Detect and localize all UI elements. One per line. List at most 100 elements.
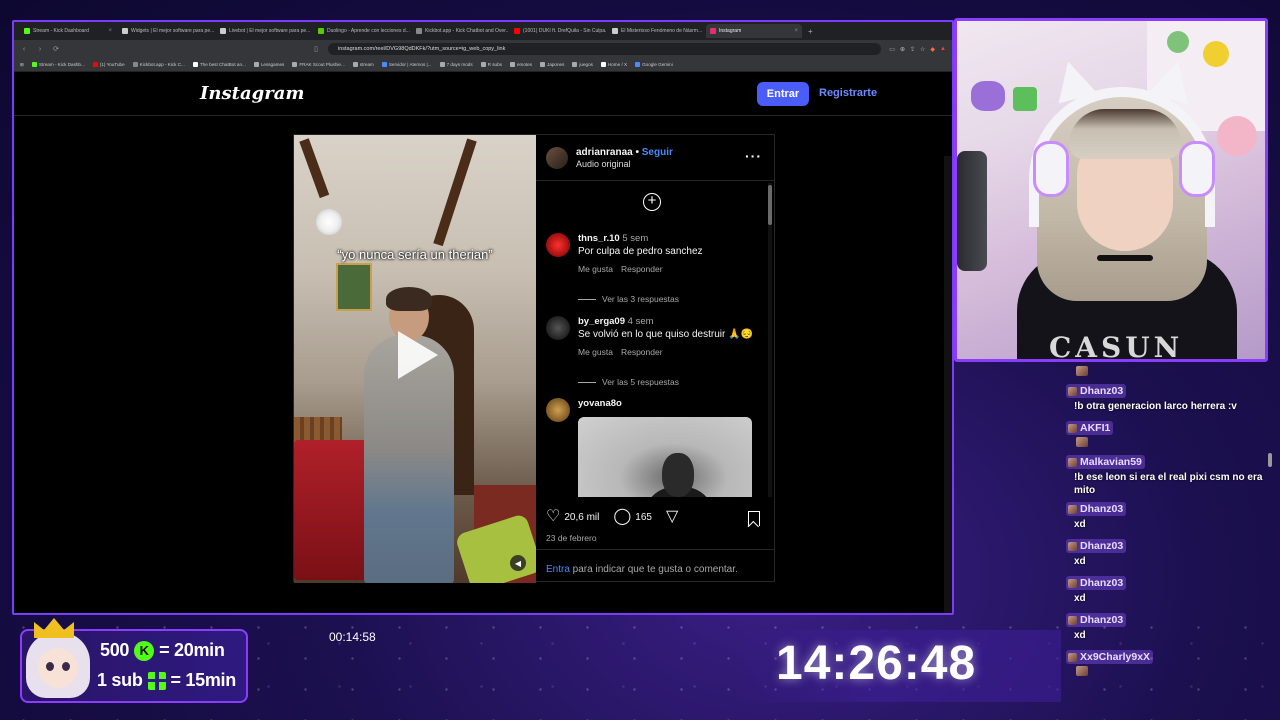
chat-username[interactable]: Dhanz03 [1066, 576, 1127, 590]
close-tab-icon[interactable]: × [794, 28, 798, 34]
browser-tab[interactable]: (1001) DUKI ft. DrefQuila - Sin Culpa...… [510, 24, 606, 38]
chat-username[interactable]: Xx9Charly9xX [1066, 650, 1154, 664]
login-button[interactable]: Entrar [757, 82, 809, 106]
username: Xx9Charly9xX [1080, 651, 1151, 663]
reel-video[interactable]: “yo nunca sería un therian” ◀ [294, 135, 536, 583]
instagram-header: Instagram Entrar Registrarte [14, 72, 952, 116]
bookmark-item[interactable]: Japones [540, 62, 564, 67]
bookmark-item[interactable]: stream [352, 62, 374, 67]
audio-label[interactable]: Audio original [576, 159, 673, 169]
new-tab-icon[interactable]: + [808, 27, 813, 36]
bookmark-item[interactable]: Kickbot.app - Kick C... [132, 62, 185, 67]
browser-tab[interactable]: Widgets | El mejor software para pe...× [118, 24, 214, 38]
add-icon[interactable]: + [643, 193, 661, 211]
chat-username[interactable]: Dhanz03 [1066, 613, 1127, 627]
browser-tab[interactable]: Livebot | El mejor software para pe...× [216, 24, 312, 38]
user-badge-icon [1068, 652, 1077, 662]
bookmark-item[interactable]: Home / X [600, 62, 627, 67]
chat-scrollbar[interactable] [1268, 453, 1272, 467]
comments-scrollbar[interactable] [768, 183, 772, 497]
apps-icon[interactable]: ⊞ [20, 62, 24, 68]
back-icon[interactable]: ‹ [20, 46, 28, 53]
close-tab-icon[interactable]: × [108, 28, 112, 34]
author-username[interactable]: adrianranaa [576, 147, 633, 158]
bookmark-item[interactable]: The best ChatBot an... [192, 62, 246, 67]
like-comment-button[interactable]: Me gusta [578, 347, 613, 357]
reply-button[interactable]: Responder [621, 264, 663, 274]
bookmark-item[interactable]: Google Gemini [635, 62, 673, 67]
avatar[interactable] [546, 233, 570, 257]
avatar[interactable] [546, 316, 570, 340]
avatar[interactable] [546, 146, 568, 169]
likes-count[interactable]: 20,6 mil [564, 512, 599, 523]
person-hair [386, 287, 432, 311]
view-replies-button[interactable]: Ver las 5 respuestas [578, 377, 679, 387]
view-replies-label: Ver las 5 respuestas [602, 377, 680, 387]
bookmark-item[interactable]: juegos [572, 62, 593, 67]
bookmark-icon[interactable] [748, 511, 760, 526]
chat-username[interactable]: Dhanz03 [1066, 502, 1127, 516]
comment-icon[interactable]: ◯ [613, 509, 631, 525]
chat-message: xd [1074, 592, 1264, 605]
bookmark-item[interactable]: FRAK Scout Plushie... [292, 62, 345, 67]
bookmark-item[interactable]: Stream - Kick Dashb... [31, 62, 85, 67]
shield-icon[interactable]: ◆ [930, 46, 935, 53]
bookmark-label: 7 days mods [446, 62, 473, 67]
comment-username[interactable]: by_erga09 [578, 316, 625, 327]
bookmark-item[interactable]: Servidor | Aternos |... [381, 62, 432, 67]
bookmarks-bar: ⊞ Stream - Kick Dashb... (1) YouTube Kickb… [14, 58, 952, 72]
bookmark-label: Servidor | Aternos |... [388, 62, 432, 67]
zoom-icon[interactable]: ⊕ [900, 46, 905, 53]
reply-button[interactable]: Responder [621, 347, 663, 357]
browser-tab[interactable]: Duolingo - Aprende con lecciones d...× [314, 24, 410, 38]
login-link[interactable]: Entra [546, 564, 570, 575]
share-icon[interactable]: ▽ [666, 509, 678, 525]
author-line: adrianranaa • Seguir [576, 146, 673, 158]
instagram-logo[interactable]: Instagram [200, 83, 304, 104]
star-icon[interactable]: ☆ [920, 46, 925, 53]
bookmark-item[interactable]: (1) YouTube [92, 62, 125, 67]
headset-earcup [1179, 141, 1215, 197]
more-options-icon[interactable]: ··· [745, 148, 762, 164]
speaker-icon[interactable]: ◀ [510, 555, 526, 571]
share-icon[interactable]: ⇪ [910, 46, 915, 53]
chat-username[interactable]: Dhanz03 [1066, 539, 1127, 553]
bookmark-item[interactable]: emotes [509, 62, 532, 67]
goal-amount: 1 sub [97, 670, 143, 690]
comment-username[interactable]: yovana8o [578, 398, 622, 409]
comment-username[interactable]: thns_r.10 [578, 233, 620, 244]
signup-link[interactable]: Registrarte [819, 87, 877, 99]
browser-tab[interactable]: Stream - Kick Dashboard × [20, 24, 116, 38]
comment-image[interactable] [578, 417, 752, 497]
browser-tab[interactable]: Instagram × [706, 24, 802, 38]
bookmark-item[interactable]: Lessgames [253, 62, 284, 67]
reload-icon[interactable]: ⟳ [52, 45, 60, 53]
view-replies-button[interactable]: Ver las 3 respuestas [578, 294, 679, 304]
bookmark-item[interactable]: 7 days mods [439, 62, 473, 67]
url-input[interactable]: instagram.com/reel/DVG98QdDKFk/?utm_sour… [328, 43, 882, 55]
chat-username[interactable]: Malkavian59 [1066, 455, 1145, 469]
chat-username[interactable]: Dhanz03 [1066, 384, 1127, 398]
bookmark-star-icon[interactable]: ▯ [312, 45, 320, 53]
bookmark-item[interactable]: R subs [480, 62, 502, 67]
username-badge: AKFI1 [1066, 421, 1114, 435]
alert-icon[interactable]: ▲ [940, 46, 946, 53]
chat-username[interactable]: AKFI1 [1066, 421, 1114, 435]
lamp [316, 209, 342, 235]
cast-icon[interactable]: ▭ [889, 46, 895, 53]
chat-message: xd [1074, 629, 1264, 642]
post-actions: ♡ 20,6 mil ◯ 165 ▽ [546, 509, 678, 525]
avatar[interactable] [546, 398, 570, 422]
follow-button[interactable]: Seguir [642, 147, 673, 158]
browser-tab[interactable]: El Misterioso Fenómeno de Násrm...× [608, 24, 704, 38]
heart-icon[interactable]: ♡ [546, 509, 560, 525]
browser-tab[interactable]: Kickbot.app - Kick Chatbot and Over...× [412, 24, 508, 38]
like-comment-button[interactable]: Me gusta [578, 264, 613, 274]
crown-icon [34, 618, 74, 638]
bookmark-favicon-icon [540, 62, 546, 67]
tab-favicon-icon [122, 28, 128, 34]
tab-favicon-icon [514, 28, 520, 34]
play-icon[interactable] [398, 331, 438, 379]
forward-icon[interactable]: › [36, 46, 44, 53]
page-scrollbar[interactable] [944, 156, 952, 613]
